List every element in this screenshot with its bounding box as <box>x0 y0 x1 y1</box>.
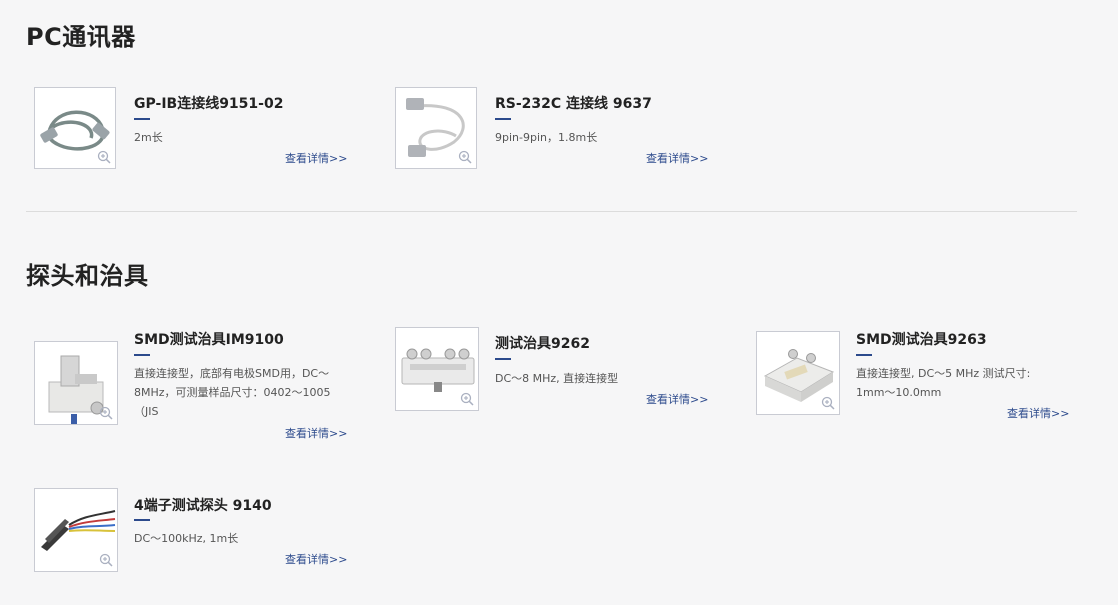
product-title[interactable]: RS-232C 连接线 9637 <box>495 93 652 113</box>
product-card-rs232c-cable: RS-232C 连接线 9637 9pin-9pin，1.8m长 查看详情>> <box>395 87 725 197</box>
view-details-link[interactable]: 查看详情>> <box>1007 405 1069 421</box>
product-card-9263: SMD测试治具9263 直接连接型, DC～5 MHz 测试尺寸: 1mm～10… <box>756 329 1086 439</box>
title-underline <box>495 358 511 360</box>
product-thumbnail[interactable] <box>395 327 479 411</box>
product-title[interactable]: 测试治具9262 <box>495 333 590 353</box>
product-description: 直接连接型, DC～5 MHz 测试尺寸: 1mm～10.0mm <box>856 367 1031 399</box>
product-thumbnail[interactable] <box>34 87 116 169</box>
section-title-probes-fixtures: 探头和治具 <box>26 262 149 290</box>
zoom-in-icon[interactable] <box>458 150 472 164</box>
product-title[interactable]: SMD测试治具9263 <box>856 329 987 349</box>
product-description: DC～8 MHz, 直接连接型 <box>495 372 619 385</box>
title-underline <box>856 354 872 356</box>
view-details-link[interactable]: 查看详情>> <box>285 150 347 166</box>
product-description: 2m长 <box>134 131 163 144</box>
section-divider <box>26 211 1077 212</box>
zoom-in-icon[interactable] <box>99 406 113 420</box>
product-thumbnail[interactable] <box>34 488 118 572</box>
product-card-im9100: SMD测试治具IM9100 直接连接型，底部有电极SMD用，DC～8MHz，可测… <box>34 329 364 441</box>
title-underline <box>134 354 150 356</box>
zoom-in-icon[interactable] <box>821 396 835 410</box>
product-description: DC～100kHz, 1m长 <box>134 532 239 545</box>
product-title[interactable]: 4端子测试探头 9140 <box>134 495 272 515</box>
title-underline <box>134 118 150 120</box>
title-underline <box>495 118 511 120</box>
product-thumbnail[interactable] <box>395 87 477 169</box>
view-details-link[interactable]: 查看详情>> <box>285 425 347 441</box>
product-description: 直接连接型，底部有电极SMD用，DC～8MHz，可测量样品尺寸：0402～100… <box>134 367 331 418</box>
product-card-9262: 测试治具9262 DC～8 MHz, 直接连接型 查看详情>> <box>395 327 725 437</box>
view-details-link[interactable]: 查看详情>> <box>285 551 347 567</box>
product-description: 9pin-9pin，1.8m长 <box>495 131 598 144</box>
product-card-gpib-cable: GP-IB连接线9151-02 2m长 查看详情>> <box>34 87 364 197</box>
view-details-link[interactable]: 查看详情>> <box>646 391 708 407</box>
zoom-in-icon[interactable] <box>99 553 113 567</box>
product-thumbnail[interactable] <box>34 341 118 425</box>
product-title[interactable]: GP-IB连接线9151-02 <box>134 93 283 113</box>
section-title-pc-communication: PC通讯器 <box>26 23 136 51</box>
view-details-link[interactable]: 查看详情>> <box>646 150 708 166</box>
product-thumbnail[interactable] <box>756 331 840 415</box>
product-card-9140: 4端子测试探头 9140 DC～100kHz, 1m长 查看详情>> <box>34 488 364 605</box>
product-title[interactable]: SMD测试治具IM9100 <box>134 329 284 349</box>
zoom-in-icon[interactable] <box>97 150 111 164</box>
zoom-in-icon[interactable] <box>460 392 474 406</box>
title-underline <box>134 519 150 521</box>
